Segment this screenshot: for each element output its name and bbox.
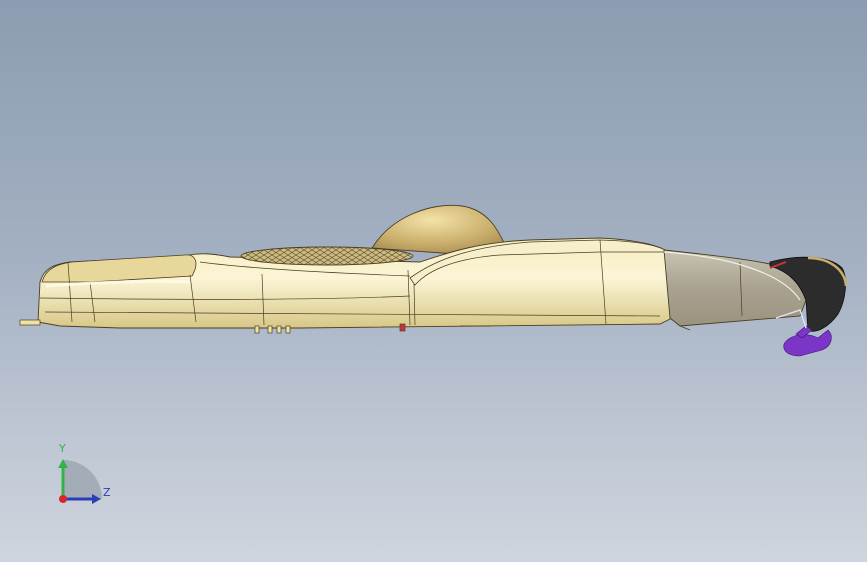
coordinate-triad [58, 459, 102, 504]
triad-x-axis [59, 495, 67, 503]
axis-y-label: Y [59, 442, 66, 455]
rear-bracket [783, 325, 832, 357]
model-canvas[interactable] [0, 0, 867, 562]
triad-quadrant [63, 460, 102, 499]
graphics-viewport[interactable]: Y Z [0, 0, 867, 562]
axis-z-label: Z [103, 486, 111, 499]
top-vent-grille [240, 246, 414, 266]
